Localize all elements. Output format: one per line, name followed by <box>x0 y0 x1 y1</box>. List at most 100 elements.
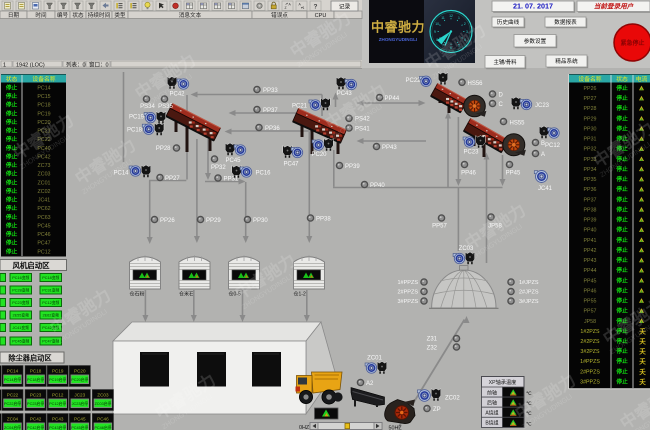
svg-text:PC43: PC43 <box>337 91 353 97</box>
svg-text:PP46: PP46 <box>584 288 597 294</box>
svg-text:窗口：0: 窗口：0 <box>89 60 109 68</box>
svg-text:PC22启停: PC22启停 <box>4 401 21 406</box>
svg-text:ZC01: ZC01 <box>38 180 51 186</box>
svg-text:列表：0: 列表：0 <box>66 60 86 68</box>
svg-text:中睿驰力: 中睿驰力 <box>371 20 425 35</box>
svg-text:主辅/骨料: 主辅/骨料 <box>493 58 517 66</box>
svg-text:JC41: JC41 <box>38 198 50 204</box>
svg-text:PP33: PP33 <box>263 88 278 94</box>
svg-text:PP31: PP31 <box>584 137 597 143</box>
svg-text:PP37: PP37 <box>263 108 278 114</box>
svg-text:PC23变频: PC23变频 <box>12 300 29 305</box>
svg-text:PC42启停: PC42启停 <box>27 425 44 430</box>
svg-text:PP41: PP41 <box>584 238 597 244</box>
svg-text:1#PPZS: 1#PPZS <box>580 359 600 365</box>
svg-text:PC45: PC45 <box>225 158 241 164</box>
svg-text:夭: 夭 <box>638 357 646 366</box>
svg-text:PC47: PC47 <box>37 241 50 247</box>
svg-text:JC41: JC41 <box>538 186 553 192</box>
svg-text:PC46: PC46 <box>37 232 50 238</box>
svg-text:A: A <box>541 152 545 158</box>
svg-text:状态: 状态 <box>616 75 628 83</box>
svg-text:停止: 停止 <box>6 135 18 143</box>
svg-text:PC12启停: PC12启停 <box>49 401 66 406</box>
svg-text:PC42: PC42 <box>30 417 42 422</box>
svg-text:PP42: PP42 <box>584 248 597 254</box>
svg-text:2#PPZS: 2#PPZS <box>580 369 600 375</box>
svg-text:Z: Z <box>285 6 287 10</box>
svg-text:PP28: PP28 <box>156 146 171 152</box>
svg-text:停止: 停止 <box>6 204 18 212</box>
svg-text:PP57: PP57 <box>432 224 447 230</box>
svg-text:停止: 停止 <box>616 297 628 305</box>
svg-text:PC31变频: PC31变频 <box>42 288 59 293</box>
svg-text:停止: 停止 <box>616 276 628 284</box>
svg-text:PP43: PP43 <box>584 258 597 264</box>
svg-text:PC46启停: PC46启停 <box>94 425 111 430</box>
svg-text:PC14: PC14 <box>7 369 19 374</box>
svg-text:PC18: PC18 <box>37 103 50 109</box>
svg-text:JC23: JC23 <box>535 103 550 109</box>
svg-text:D: D <box>499 93 504 99</box>
svg-text:PC23启停: PC23启停 <box>27 401 44 406</box>
svg-text:设备名称: 设备名称 <box>32 75 55 83</box>
svg-text:PC22: PC22 <box>405 78 421 84</box>
svg-text:3#2PZS: 3#2PZS <box>580 349 600 355</box>
svg-text:停止: 停止 <box>6 161 18 169</box>
svg-text:HS55: HS55 <box>510 121 526 127</box>
svg-text:PP38: PP38 <box>316 217 331 223</box>
svg-text:ZC02: ZC02 <box>445 396 460 402</box>
svg-text:PC12: PC12 <box>545 143 561 149</box>
svg-text:紧急停止: 紧急停止 <box>620 39 644 47</box>
svg-text:Z32: Z32 <box>427 346 438 352</box>
svg-text:夭: 夭 <box>638 367 646 376</box>
svg-text:PS35: PS35 <box>158 104 173 110</box>
svg-text:仓米石: 仓米石 <box>179 291 194 298</box>
svg-text:A绕组: A绕组 <box>485 410 498 417</box>
svg-text:后轴: 后轴 <box>487 399 497 406</box>
svg-text:停止: 停止 <box>616 266 628 274</box>
svg-text:停止: 停止 <box>616 205 628 213</box>
svg-text:21. 07. 2017: 21. 07. 2017 <box>513 1 553 10</box>
svg-text:PC28变频: PC28变频 <box>12 288 29 293</box>
svg-text:XP轴承温度: XP轴承温度 <box>489 378 517 386</box>
svg-text:PC45: PC45 <box>37 223 50 229</box>
svg-text:JC41变频: JC41变频 <box>13 325 30 330</box>
svg-text:ZC73: ZC73 <box>38 163 51 169</box>
svg-text:1: 1 <box>303 6 305 10</box>
svg-text:PC43: PC43 <box>52 417 64 422</box>
svg-text:PC20启停: PC20启停 <box>71 377 88 382</box>
svg-text:时间: 时间 <box>35 11 47 19</box>
svg-text:PC14启停: PC14启停 <box>4 377 21 382</box>
svg-text:电流: 电流 <box>636 75 648 83</box>
svg-text:PC15: PC15 <box>37 94 50 100</box>
svg-text:PP39: PP39 <box>584 218 597 224</box>
svg-text:PP27: PP27 <box>165 176 180 182</box>
svg-text:参数设置: 参数设置 <box>524 37 547 45</box>
svg-text:50HZ: 50HZ <box>389 426 403 430</box>
svg-text:夭: 夭 <box>638 377 646 386</box>
svg-text:停止: 停止 <box>616 104 628 112</box>
svg-text:停止: 停止 <box>6 221 18 229</box>
svg-text:ZC04: ZC04 <box>7 417 19 422</box>
svg-text:仓1-2: 仓1-2 <box>294 291 306 298</box>
svg-text:PC19启停: PC19启停 <box>49 377 66 382</box>
svg-text:PC19: PC19 <box>129 115 145 121</box>
svg-text:仓石粉: 仓石粉 <box>130 291 145 298</box>
svg-text:PP46: PP46 <box>461 171 476 177</box>
svg-text:风机启动区: 风机启动区 <box>13 261 51 270</box>
svg-text:PP40: PP40 <box>584 228 597 234</box>
svg-text:C: C <box>499 102 504 108</box>
svg-text:CPU: CPU <box>315 13 327 19</box>
svg-text:JC23: JC23 <box>74 393 85 398</box>
svg-text:停止: 停止 <box>616 357 628 365</box>
svg-text:类型: 类型 <box>114 11 126 19</box>
svg-text:消息文本: 消息文本 <box>179 11 202 19</box>
svg-text:12: 12 <box>449 14 453 18</box>
svg-text:PC62: PC62 <box>37 206 50 212</box>
svg-text:PC14: PC14 <box>37 86 50 92</box>
svg-text:Z31: Z31 <box>427 337 438 343</box>
svg-text:B绕组: B绕组 <box>485 420 498 427</box>
svg-text:2: 2 <box>464 22 466 26</box>
svg-text:停止: 停止 <box>6 230 18 238</box>
